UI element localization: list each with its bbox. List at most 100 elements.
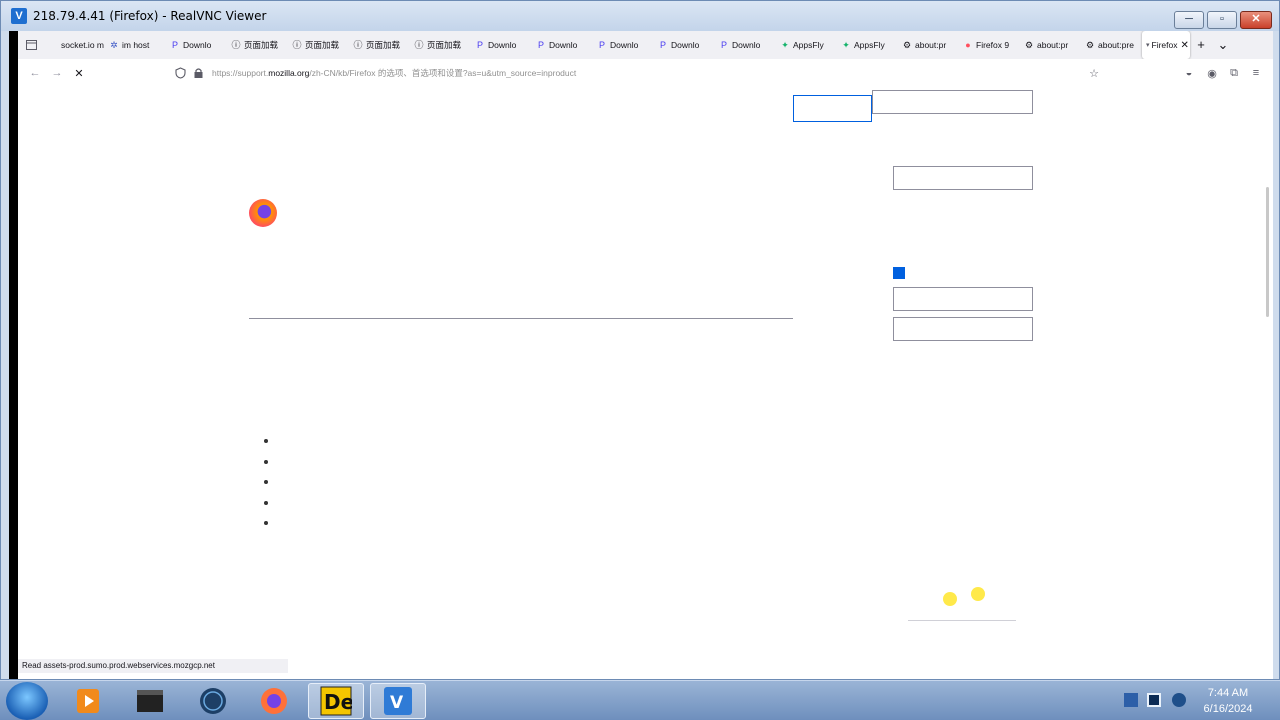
tab-16[interactable]: ⚙ about:pr bbox=[1020, 31, 1081, 59]
bullet-list bbox=[264, 439, 268, 525]
clock-date: 6/16/2024 bbox=[1203, 703, 1253, 715]
lock-icon[interactable] bbox=[193, 67, 204, 79]
checkbox[interactable] bbox=[893, 267, 905, 279]
menu-icon[interactable]: ≡ bbox=[1245, 67, 1267, 79]
gear-icon: ⚙ bbox=[1024, 40, 1034, 50]
tab-label: 页面加载 bbox=[305, 40, 340, 50]
firefox-tab-bar: socket.io m ✲ im host P Downlo ⓘ 页面加载 ⓘ 页面加载 ⓘ 页面加… bbox=[18, 31, 1273, 59]
tab-label: AppsFly bbox=[793, 40, 824, 50]
vnc-viewer-icon: V bbox=[384, 687, 412, 715]
network-tray-icon[interactable] bbox=[1124, 693, 1138, 707]
tab-label: Downlo bbox=[183, 40, 212, 50]
minimize-button[interactable]: ─ bbox=[1174, 11, 1204, 29]
taskbar-media-player[interactable] bbox=[60, 683, 116, 719]
gear-cluster-icon: ✲ bbox=[110, 40, 118, 50]
info-icon: ⓘ bbox=[414, 40, 424, 50]
list-item bbox=[264, 521, 268, 525]
input-box[interactable] bbox=[893, 287, 1033, 311]
tab-13[interactable]: ✦ AppsFly bbox=[837, 31, 898, 59]
p-logo-icon: P bbox=[659, 40, 666, 50]
taskbar-globe[interactable] bbox=[185, 683, 241, 719]
tab-list-icon bbox=[25, 40, 37, 50]
tab-label: about:pr bbox=[1037, 40, 1069, 50]
list-item bbox=[264, 439, 268, 443]
url-text[interactable]: https://support.mozilla.org/zh-CN/kb/Fir… bbox=[212, 67, 576, 79]
firefox-logo bbox=[249, 199, 277, 227]
tab-label: Firefox 9 bbox=[976, 40, 1010, 50]
tabs-container: socket.io m ✲ im host P Downlo ⓘ 页面加载 ⓘ 页面加载 ⓘ 页面加… bbox=[44, 31, 1142, 59]
globe-icon bbox=[200, 688, 226, 714]
input-box[interactable] bbox=[893, 166, 1033, 190]
tab-active[interactable]: ▾ Firefox ✕ bbox=[1142, 31, 1190, 59]
tab-5[interactable]: ⓘ 页面加载 bbox=[349, 31, 410, 59]
tab-8[interactable]: P Downlo bbox=[532, 31, 593, 59]
gear-icon: ⚙ bbox=[1085, 40, 1095, 50]
tab-0[interactable]: socket.io m bbox=[44, 31, 105, 59]
taskbar-firefox[interactable] bbox=[246, 683, 302, 719]
search-field[interactable] bbox=[793, 95, 872, 122]
search-input[interactable] bbox=[872, 90, 1033, 114]
url-bar[interactable]: https://support.mozilla.org/zh-CN/kb/Fir… bbox=[173, 64, 1088, 82]
stop-loading-icon[interactable]: ✕ bbox=[68, 67, 90, 80]
tab-label: Downlo bbox=[549, 40, 578, 50]
tab-label: 页面加载 bbox=[366, 40, 401, 50]
scrollbar-thumb[interactable] bbox=[1266, 187, 1269, 317]
tab-14[interactable]: ⚙ about:pr bbox=[898, 31, 959, 59]
tab-11[interactable]: P Downlo bbox=[715, 31, 776, 59]
close-tab-icon[interactable]: ✕ bbox=[1181, 40, 1189, 51]
info-icon: ⓘ bbox=[292, 40, 302, 50]
vnc-titlebar[interactable]: V 218.79.4.41 (Firefox) - RealVNC Viewer… bbox=[1, 1, 1279, 31]
pocket-icon[interactable]: ◒ bbox=[1178, 67, 1200, 79]
volume-tray-icon[interactable] bbox=[1172, 693, 1186, 707]
new-tab-button[interactable]: + bbox=[1190, 31, 1212, 59]
tab-4[interactable]: ⓘ 页面加载 bbox=[288, 31, 349, 59]
forward-arrow-icon[interactable]: → bbox=[46, 67, 68, 79]
display-tray-icon[interactable] bbox=[1147, 693, 1161, 707]
input-box[interactable] bbox=[893, 317, 1033, 341]
taskbar-clock[interactable]: 7:44 AM 6/16/2024 bbox=[1196, 685, 1260, 717]
tab-12[interactable]: ✦ AppsFly bbox=[776, 31, 837, 59]
tab-3[interactable]: ⓘ 页面加载 bbox=[227, 31, 288, 59]
tab-10[interactable]: P Downlo bbox=[654, 31, 715, 59]
extensions-icon[interactable]: ⧉ bbox=[1223, 67, 1245, 80]
shield-icon[interactable] bbox=[175, 67, 186, 79]
tab-1[interactable]: ✲ im host bbox=[105, 31, 166, 59]
account-icon[interactable]: ◉ bbox=[1201, 67, 1223, 80]
maximize-button[interactable]: ▫ bbox=[1207, 11, 1237, 29]
gear-icon: ⚙ bbox=[902, 40, 912, 50]
close-button[interactable]: ✕ bbox=[1240, 11, 1272, 29]
tab-7[interactable]: P Downlo bbox=[471, 31, 532, 59]
tab-overflow-button[interactable]: ⌄ bbox=[1212, 31, 1234, 59]
taskbar-vnc-viewer[interactable]: V bbox=[370, 683, 426, 719]
list-item bbox=[264, 459, 268, 464]
back-arrow-icon[interactable]: ← bbox=[24, 67, 46, 79]
tab-label: Downlo bbox=[671, 40, 700, 50]
scrollbar[interactable] bbox=[1263, 87, 1273, 661]
emoji-icon bbox=[943, 592, 957, 606]
appsflyer-icon: ✦ bbox=[842, 40, 850, 50]
tab-17[interactable]: ⚙ about:pre bbox=[1081, 31, 1142, 59]
tab-label: about:pr bbox=[915, 40, 947, 50]
tab-15[interactable]: ● Firefox 9 bbox=[959, 31, 1020, 59]
vnc-app-icon: V bbox=[11, 8, 27, 24]
p-logo-icon: P bbox=[476, 40, 483, 50]
info-icon: ⓘ bbox=[231, 40, 241, 50]
tab-dropdown-icon: ▾ bbox=[1146, 42, 1150, 49]
screen-edge bbox=[9, 31, 18, 679]
tab-2[interactable]: P Downlo bbox=[166, 31, 227, 59]
tab-label: Downlo bbox=[488, 40, 517, 50]
bookmark-star-icon[interactable]: ☆ bbox=[1083, 67, 1105, 80]
url-domain: mozilla.org bbox=[268, 68, 310, 78]
taskbar-terminal[interactable] bbox=[122, 683, 178, 719]
svg-text:V: V bbox=[390, 693, 404, 713]
tab-list-button[interactable] bbox=[18, 31, 44, 59]
tab-9[interactable]: P Downlo bbox=[593, 31, 654, 59]
clock-time: 7:44 AM bbox=[1207, 687, 1249, 699]
tab-label: Firefox bbox=[1151, 40, 1178, 50]
taskbar-de-app[interactable]: De bbox=[308, 683, 364, 719]
appsflyer-icon: ✦ bbox=[781, 40, 789, 50]
start-button[interactable] bbox=[6, 682, 48, 720]
window-title: 218.79.4.41 (Firefox) - RealVNC Viewer bbox=[33, 9, 267, 23]
remote-screen[interactable]: socket.io m ✲ im host P Downlo ⓘ 页面加载 ⓘ 页面加载 ⓘ 页面加… bbox=[9, 31, 1273, 679]
tab-6[interactable]: ⓘ 页面加载 bbox=[410, 31, 471, 59]
